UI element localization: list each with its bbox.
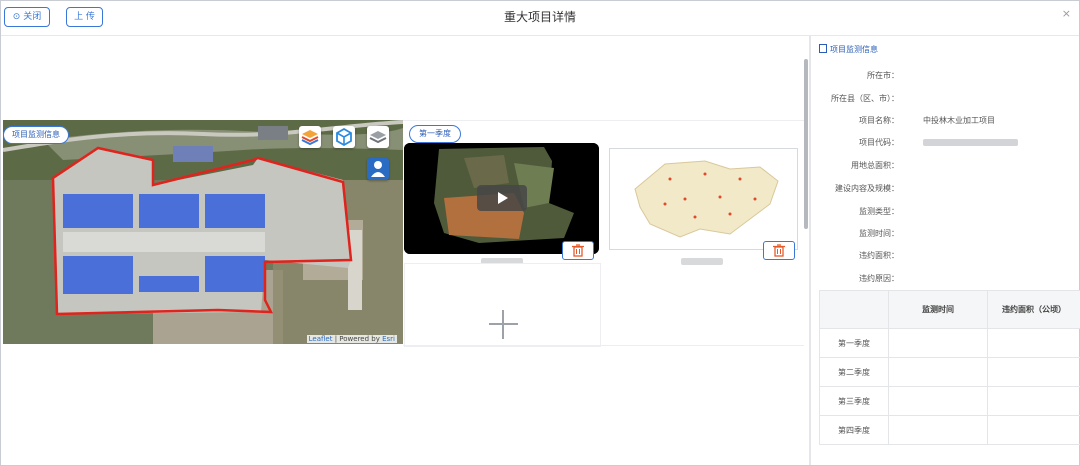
cube-icon[interactable]	[333, 126, 355, 148]
table-row: 第二季度	[819, 357, 1080, 387]
person-icon[interactable]	[367, 158, 389, 180]
violation-area-cell	[987, 328, 1080, 358]
info-panel: 项目监测信息 所在市： 所在县（区、市）： 项目名称： 中投林木业加工项目 项目…	[811, 36, 1080, 465]
map-attribution: Leaflet | Powered by Esri	[306, 335, 397, 343]
esri-link[interactable]: Esri	[382, 335, 395, 343]
layers-icon[interactable]	[299, 126, 321, 148]
table-header: 违约面积（公顷）	[987, 290, 1080, 329]
media-bottom-divider	[403, 345, 804, 346]
violation-area-label: 违约面积：	[859, 251, 899, 260]
satellite-map[interactable]: 项目监测信息 Leaflet | Powered by Esri	[3, 120, 403, 344]
quarter-cell: 第一季度	[819, 328, 889, 358]
dialog-frame: ⊙ 关闭 上 传 重大项目详情 × 项目监测信息 Leaflet | Power…	[0, 0, 1080, 466]
quarter-cell: 第四季度	[819, 415, 889, 445]
table-header	[819, 290, 889, 329]
monitor-type-label: 监测类型：	[859, 207, 899, 216]
region-map-thumbnail[interactable]	[609, 148, 798, 250]
media-row-divider	[403, 120, 804, 121]
play-icon[interactable]	[477, 185, 527, 211]
monitor-time-label: 监测时间：	[859, 229, 899, 238]
quarter-cell: 第三季度	[819, 386, 889, 416]
table-row: 第四季度	[819, 415, 1080, 445]
info-heading: 项目监测信息	[819, 44, 878, 55]
land-area-label: 用地总面积：	[851, 161, 899, 170]
map-info-tag[interactable]: 项目监测信息	[3, 126, 69, 144]
dialog-title: 重大项目详情	[503, 10, 576, 24]
monitor-time-cell	[888, 328, 988, 358]
media-scrollbar[interactable]	[804, 59, 808, 229]
project-name-value: 中投林木业加工项目	[923, 116, 995, 125]
add-media-button[interactable]	[404, 263, 601, 347]
project-code-label: 项目代码：	[859, 138, 899, 147]
stack-icon[interactable]	[367, 126, 389, 148]
monitor-time-cell	[888, 357, 988, 387]
table-row: 第三季度	[819, 386, 1080, 416]
video-thumbnail[interactable]	[404, 143, 599, 254]
trash-icon[interactable]	[763, 241, 795, 260]
map-image-caption	[681, 258, 723, 265]
city-label: 所在市：	[867, 71, 899, 80]
county-label: 所在县（区、市）：	[831, 94, 899, 103]
monitor-time-cell	[888, 415, 988, 445]
monitor-time-cell	[888, 386, 988, 416]
violation-area-cell	[987, 415, 1080, 445]
construction-scope-label: 建设内容及规模：	[835, 184, 899, 193]
quarter-cell: 第二季度	[819, 357, 889, 387]
document-icon	[819, 44, 827, 53]
attribution-separator: | Powered by	[332, 335, 383, 343]
plus-icon	[502, 310, 504, 339]
violation-area-cell	[987, 357, 1080, 387]
season-tag[interactable]: 第一季度	[409, 125, 461, 143]
trash-icon[interactable]	[562, 241, 594, 260]
violation-reason-label: 违约原因：	[859, 274, 899, 283]
violation-area-cell	[987, 386, 1080, 416]
dialog-header: ⊙ 关闭 上 传 重大项目详情 ×	[1, 1, 1079, 36]
quarterly-table: 监测时间 违约面积（公顷） 第一季度 第二季度 第三季度 第四季度	[819, 290, 1080, 445]
leaflet-link[interactable]: Leaflet	[309, 335, 333, 343]
table-header-row: 监测时间 违约面积（公顷）	[819, 290, 1080, 329]
table-row: 第一季度	[819, 328, 1080, 358]
project-name-label: 项目名称：	[859, 116, 899, 125]
close-icon[interactable]: ×	[1062, 7, 1071, 20]
map-imagery	[3, 120, 403, 344]
table-header: 监测时间	[888, 290, 988, 329]
project-code-value	[923, 139, 1018, 146]
info-heading-label: 项目监测信息	[830, 45, 878, 54]
region-map-imagery	[634, 160, 779, 238]
